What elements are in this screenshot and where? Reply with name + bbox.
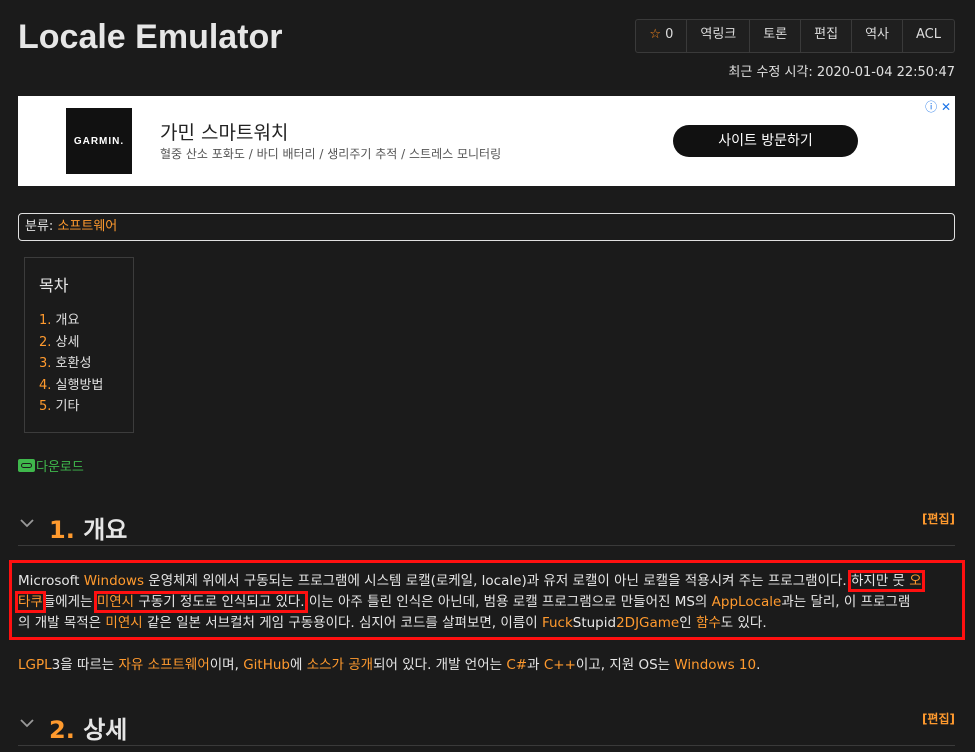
text: 운영체제 위에서 구동되는 프로그램에 시스템 로캘(로케일, locale)과… <box>144 573 851 589</box>
discussion-button[interactable]: 토론 <box>749 20 800 52</box>
text-line: 의 개발 목적은 미연시 같은 일본 서브컬처 게임 구동용이다. 심지어 코드… <box>18 613 955 634</box>
highlight-box: 미연시 구동기 정도로 인식되고 있다. <box>93 591 308 613</box>
text-line: 타쿠들에게는 미연시 구동기 정도로 인식되고 있다. 이는 아주 틀린 인식은… <box>15 591 955 613</box>
link-function[interactable]: 함수 <box>696 615 721 631</box>
last-modified: 최근 수정 시각: 2020-01-04 22:50:47 <box>728 65 955 80</box>
text: 과는 달리, 이 프로그램 <box>781 594 911 610</box>
section-title: 2. 상세 <box>49 710 127 745</box>
chevron-down-icon[interactable] <box>20 716 34 730</box>
ad-info-icon[interactable]: ⓘ ✕ <box>925 98 951 115</box>
toc-number[interactable]: 5. <box>39 399 51 414</box>
page-toolbar: ☆ 0 역링크 토론 편집 역사 ACL <box>635 19 955 53</box>
page-title: Locale Emulator <box>18 18 283 56</box>
ad-banner[interactable]: GARMIN. 가민 스마트워치 혈중 산소 포화도 / 바디 배터리 / 생리… <box>18 96 955 186</box>
star-icon: ☆ <box>649 27 662 42</box>
table-of-contents: 목차 1. 개요 2. 상세 3. 호환성 4. 실행방법 5. 기타 <box>24 257 134 433</box>
section-title-text: 상세 <box>83 716 128 744</box>
ad-visit-button[interactable]: 사이트 방문하기 <box>673 125 858 157</box>
category-box: 분류: 소프트웨어 <box>18 213 955 241</box>
toc-number[interactable]: 3. <box>39 356 51 371</box>
text: 하지만 뭇 <box>851 573 910 589</box>
toc-item[interactable]: 1. 개요 <box>39 310 119 332</box>
history-button[interactable]: 역사 <box>851 20 902 52</box>
toc-number[interactable]: 1. <box>39 313 51 328</box>
toc-label[interactable]: 호환성 <box>56 356 92 371</box>
link-visual-novel[interactable]: 미연시 <box>105 615 142 631</box>
star-button[interactable]: ☆ 0 <box>636 20 686 52</box>
backlinks-button[interactable]: 역링크 <box>686 20 749 52</box>
text: 들에게는 <box>42 594 97 610</box>
download-label[interactable]: 다운로드 <box>36 456 84 475</box>
link-2djgame[interactable]: 2DJGame <box>616 615 679 631</box>
section-edit-link[interactable]: [편집] <box>922 510 955 527</box>
toc-item[interactable]: 3. 호환성 <box>39 353 119 375</box>
text: 3을 따르는 <box>51 657 119 673</box>
ad-subtitle: 혈중 산소 포화도 / 바디 배터리 / 생리주기 추적 / 스트레스 모니터링 <box>160 147 502 161</box>
text: Microsoft <box>18 573 84 589</box>
text: 이는 아주 틀린 인식은 아닌데, 범용 로캘 프로그램으로 만들어진 MS의 <box>304 594 712 610</box>
highlight-box: 타쿠 <box>15 591 46 613</box>
text: Stupid <box>572 615 617 631</box>
toc-number[interactable]: 2. <box>39 335 51 350</box>
link-free-software[interactable]: 자유 소프트웨어 <box>119 657 210 673</box>
link-applocale[interactable]: AppLocale <box>712 594 782 610</box>
link-otaku[interactable]: 오 <box>909 573 921 589</box>
link-source-open[interactable]: 소스가 공개 <box>307 657 373 673</box>
text: 이며, <box>209 657 244 673</box>
section-heading-overview[interactable]: 1. 개요 [편집] <box>18 510 955 546</box>
toc-label[interactable]: 실행방법 <box>56 378 104 393</box>
link-windows-10[interactable]: Windows 10 <box>674 657 756 673</box>
text: 구동기 정도로 인식되고 있다. <box>134 594 305 610</box>
toc-label[interactable]: 개요 <box>56 313 80 328</box>
highlight-box: 하지만 뭇 오 <box>848 570 925 592</box>
link-fuck[interactable]: Fuck <box>542 615 573 631</box>
acl-button[interactable]: ACL <box>902 20 954 52</box>
text-line: Microsoft Windows 운영체제 위에서 구동되는 프로그램에 시스… <box>18 570 955 592</box>
link-csharp[interactable]: C# <box>506 657 527 673</box>
link-otaku[interactable]: 타쿠 <box>18 594 43 610</box>
chevron-down-icon[interactable] <box>20 516 34 530</box>
section-number: 2. <box>49 716 75 744</box>
edit-button[interactable]: 편집 <box>800 20 851 52</box>
overview-paragraph: Microsoft Windows 운영체제 위에서 구동되는 프로그램에 시스… <box>15 570 955 634</box>
section-title-text: 개요 <box>83 516 128 544</box>
text: . <box>756 657 761 673</box>
text: 도 있다. <box>720 615 767 631</box>
text: 되어 있다. 개발 언어는 <box>373 657 507 673</box>
toc-item[interactable]: 5. 기타 <box>39 396 119 418</box>
text: 인 <box>679 615 696 631</box>
toc-label[interactable]: 기타 <box>56 399 80 414</box>
section-number: 1. <box>49 516 75 544</box>
toc-item[interactable]: 2. 상세 <box>39 332 119 354</box>
link-github[interactable]: GitHub <box>243 657 290 673</box>
section-edit-link[interactable]: [편집] <box>922 710 955 727</box>
link-icon <box>18 459 35 472</box>
section-title: 1. 개요 <box>49 510 127 545</box>
download-link[interactable]: 다운로드 <box>18 456 84 475</box>
toc-item[interactable]: 4. 실행방법 <box>39 375 119 397</box>
text: 의 개발 목적은 <box>18 615 106 631</box>
toc-number[interactable]: 4. <box>39 378 51 393</box>
link-windows[interactable]: Windows <box>84 573 144 589</box>
category-link[interactable]: 소프트웨어 <box>57 219 117 234</box>
star-count: 0 <box>665 27 674 42</box>
link-visual-novel[interactable]: 미연시 <box>97 594 134 610</box>
section-heading-details[interactable]: 2. 상세 [편집] <box>18 710 955 746</box>
ad-logo[interactable]: GARMIN. <box>66 108 132 174</box>
ad-title[interactable]: 가민 스마트워치 <box>160 118 288 145</box>
link-lgpl[interactable]: LGPL <box>18 657 52 673</box>
text: 에 <box>289 657 307 673</box>
toc-label[interactable]: 상세 <box>56 335 80 350</box>
text-line: LGPL3을 따르는 자유 소프트웨어이며, GitHub에 소스가 공개되어 … <box>18 655 955 676</box>
text: 같은 일본 서브컬처 게임 구동용이다. 심지어 코드를 살펴보면, 이름이 <box>142 615 542 631</box>
text: 과 <box>527 657 544 673</box>
link-cpp[interactable]: C++ <box>544 657 576 673</box>
text: 이고, 지원 OS는 <box>575 657 675 673</box>
category-label: 분류: <box>25 219 58 234</box>
toc-title: 목차 <box>39 276 69 295</box>
license-paragraph: LGPL3을 따르는 자유 소프트웨어이며, GitHub에 소스가 공개되어 … <box>18 655 955 676</box>
